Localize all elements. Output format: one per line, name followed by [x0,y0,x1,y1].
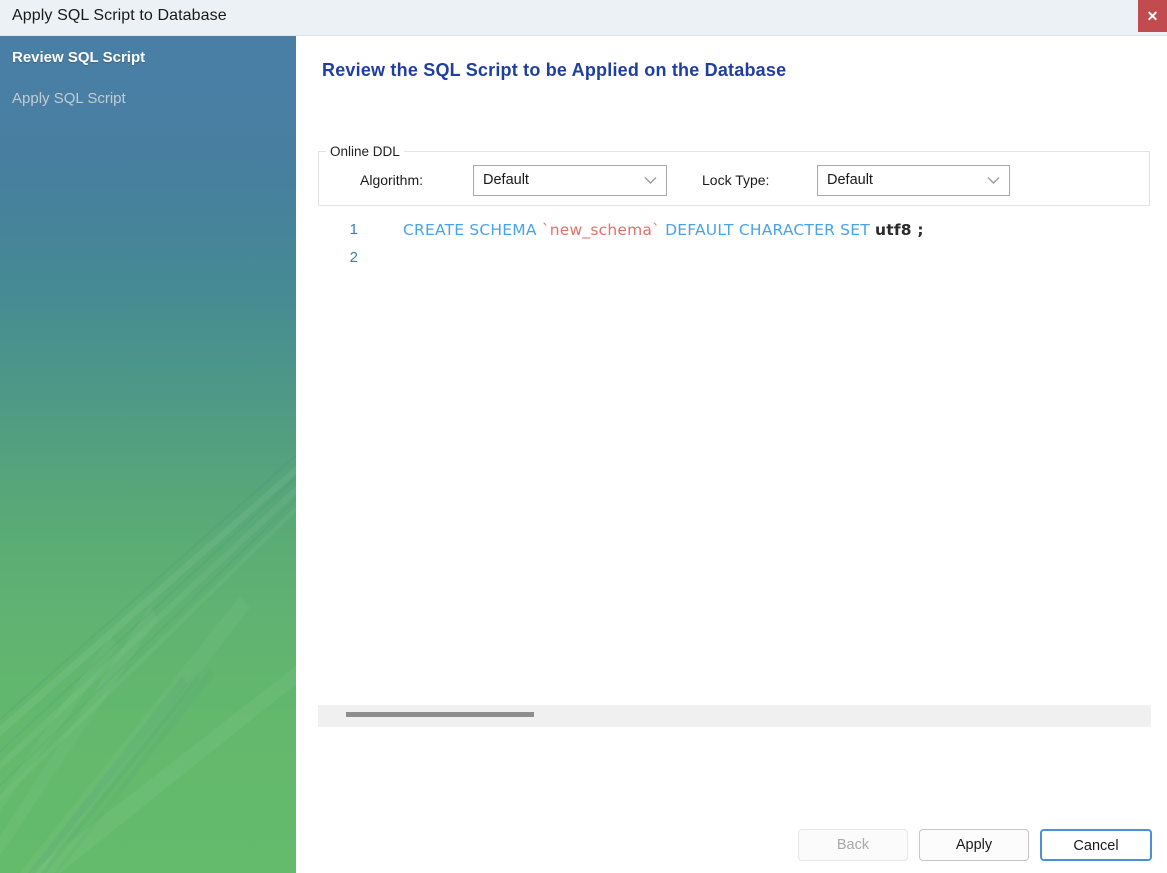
online-ddl-legend: Online DDL [326,144,404,159]
code-token: CREATE SCHEMA [403,221,542,239]
code-token: utf8 [875,221,912,239]
wizard-sidebar: Review SQL Script Apply SQL Script [0,36,296,873]
content-pane: Review the SQL Script to be Applied on t… [296,36,1167,873]
sql-script-editor[interactable]: 1 CREATE SCHEMA `new_schema` DEFAULT CHAR… [318,216,1151,734]
lock-type-select[interactable]: Default [817,165,1010,196]
apply-button[interactable]: Apply [919,829,1029,861]
page-title: Review the SQL Script to be Applied on t… [322,60,787,80]
algorithm-select[interactable]: Default [473,165,667,196]
chevron-down-icon [985,166,1001,195]
code-text: CREATE SCHEMA `new_schema` DEFAULT CHARA… [403,216,924,244]
window-title: Apply SQL Script to Database [12,7,227,24]
close-icon: ✕ [1146,8,1159,24]
code-token: DEFAULT CHARACTER SET [660,221,876,239]
close-button[interactable]: ✕ [1138,0,1167,32]
cancel-button[interactable]: Cancel [1040,829,1152,861]
lock-type-label: Lock Type: [702,172,770,188]
sidebar-item-review-sql-script[interactable]: Review SQL Script [12,49,145,66]
code-token: ; [911,221,924,239]
line-number: 2 [349,249,358,266]
code-line: 2 [318,244,1151,272]
line-number: 1 [349,221,358,238]
code-line: 1 CREATE SCHEMA `new_schema` DEFAULT CHAR… [318,216,1151,244]
back-button[interactable]: Back [798,829,908,861]
sidebar-decorative-streaks [0,454,296,873]
code-token: `new_schema` [541,221,661,239]
scrollbar-thumb[interactable] [346,712,534,717]
sidebar-item-label: Review SQL Script [12,49,146,66]
lock-type-select-value: Default [827,172,873,188]
sidebar-item-apply-sql-script[interactable]: Apply SQL Script [12,90,126,107]
chevron-down-icon [642,166,658,195]
algorithm-select-value: Default [483,172,529,188]
algorithm-label: Algorithm: [360,172,424,188]
editor-horizontal-scrollbar[interactable] [318,705,1151,727]
window-titlebar: Apply SQL Script to Database ✕ [0,0,1167,36]
sidebar-item-label: Apply SQL Script [12,90,126,107]
